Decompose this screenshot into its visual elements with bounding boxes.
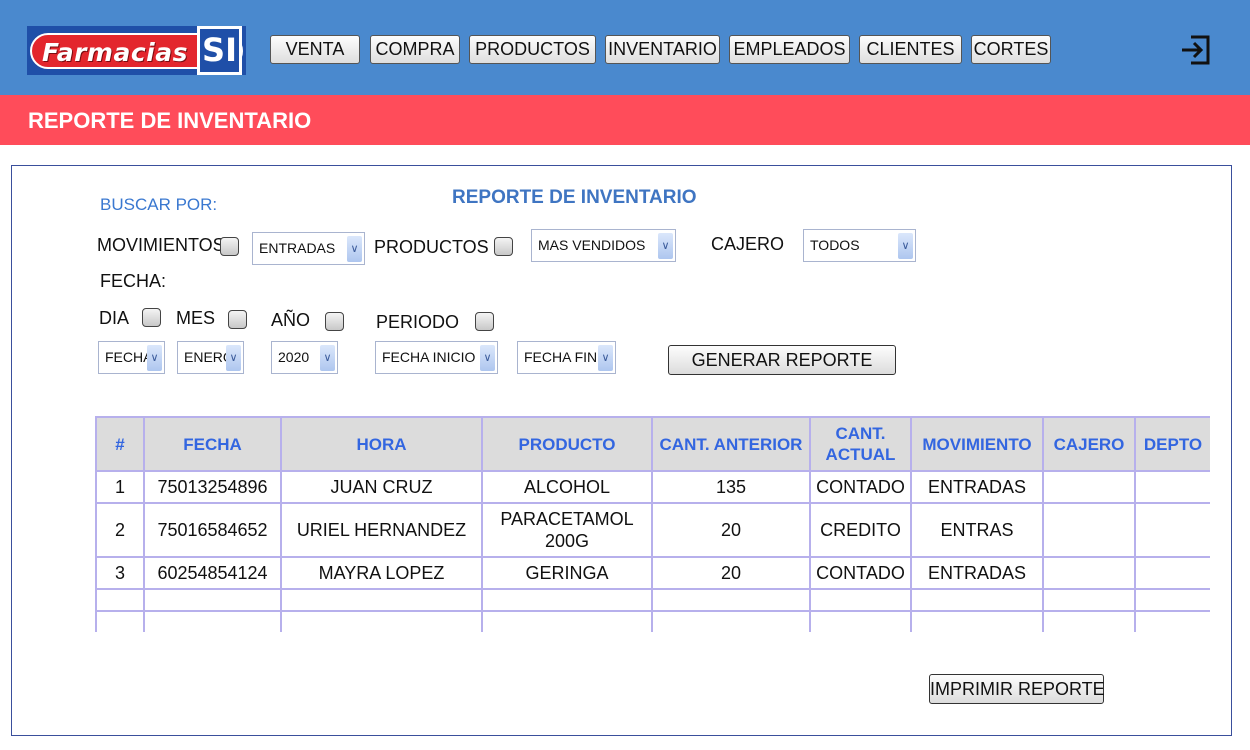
top-navigation-bar: Farmacias SI VENTA COMPRA PRODUCTOS INVE… (0, 0, 1250, 95)
chevron-down-icon: ∨ (147, 345, 162, 371)
chevron-down-icon: ∨ (598, 345, 613, 371)
imprimir-reporte-button[interactable]: IMPRIMIR REPORTE (929, 674, 1105, 704)
periodo-label: PERIODO (376, 312, 460, 332)
column-header-movimiento: MOVIMIENTO (910, 416, 1044, 472)
anio-select-value: 2020 (278, 349, 310, 365)
table-cell: ENTRAS (910, 502, 1044, 558)
cajero-label: CAJERO (711, 234, 785, 254)
chevron-down-icon: ∨ (480, 345, 495, 371)
page-title: REPORTE DE INVENTARIO (28, 108, 312, 133)
mes-label: MES (176, 308, 216, 328)
table-cell: CONTADO (809, 470, 912, 504)
nav-cortes-button[interactable]: CORTES (971, 35, 1051, 64)
table-cell: CONTADO (809, 556, 912, 590)
productos-label: PRODUCTOS (374, 237, 489, 257)
nav-productos-button[interactable]: PRODUCTOS (469, 35, 596, 64)
cajero-select-value: TODOS (810, 237, 860, 253)
nav-clientes-button[interactable]: CLIENTES (859, 35, 962, 64)
table-cell (1042, 470, 1136, 504)
table-cell: JUAN CRUZ (280, 470, 483, 504)
table-cell: URIEL HERNANDEZ (280, 502, 483, 558)
dia-checkbox[interactable] (142, 308, 161, 327)
nav-inventario-button[interactable]: INVENTARIO (605, 35, 720, 64)
anio-select[interactable]: 2020 ∨ (271, 341, 338, 374)
table-cell (1042, 556, 1136, 590)
table-cell: ENTRADAS (910, 556, 1044, 590)
table-cell: 3 (95, 556, 145, 590)
panel-title: REPORTE DE INVENTARIO (452, 187, 697, 208)
movimientos-select[interactable]: ENTRADAS ∨ (252, 232, 365, 265)
nav-compra-button[interactable]: COMPRA (370, 35, 460, 64)
table-cell (1134, 502, 1210, 558)
column-header-depto: DEPTO (1134, 416, 1210, 472)
table-row[interactable]: 2 75016584652 URIEL HERNANDEZ PARACETAMO… (95, 502, 1210, 558)
chevron-down-icon: ∨ (226, 345, 241, 371)
chevron-down-icon: ∨ (320, 345, 335, 371)
table-row-empty (95, 588, 1210, 612)
column-header-producto: PRODUCTO (481, 416, 653, 472)
movimientos-checkbox[interactable] (220, 237, 239, 256)
productos-checkbox[interactable] (494, 237, 513, 256)
dia-label: DIA (99, 308, 130, 328)
column-header-cant-anterior: CANT. ANTERIOR (651, 416, 811, 472)
table-cell (1134, 470, 1210, 504)
table-cell: 20 (651, 556, 811, 590)
nav-venta-button[interactable]: VENTA (270, 35, 360, 64)
table-cell: GERINGA (481, 556, 653, 590)
anio-checkbox[interactable] (325, 312, 344, 331)
table-cell: 135 (651, 470, 811, 504)
table-cell: 1 (95, 470, 145, 504)
mes-select[interactable]: ENERO ∨ (177, 341, 244, 374)
buscar-por-label: BUSCAR POR: (100, 195, 218, 214)
table-header-row: # FECHA HORA PRODUCTO CANT. ANTERIOR CAN… (95, 416, 1210, 472)
column-header-cajero: CAJERO (1042, 416, 1136, 472)
table-cell: ENTRADAS (910, 470, 1044, 504)
logo-text: Farmacias (42, 38, 188, 67)
inventory-table: # FECHA HORA PRODUCTO CANT. ANTERIOR CAN… (95, 416, 1210, 632)
table-row-empty (95, 610, 1210, 632)
column-header-cant-actual: CANT. ACTUAL (809, 416, 912, 472)
farmacias-logo: Farmacias SI (27, 26, 246, 75)
fecha-select-value: FECHA (105, 349, 153, 365)
logout-icon[interactable] (1179, 34, 1211, 66)
table-cell: 75016584652 (143, 502, 282, 558)
nav-empleados-button[interactable]: EMPLEADOS (729, 35, 850, 64)
table-cell: CREDITO (809, 502, 912, 558)
table-cell (1134, 556, 1210, 590)
page-title-bar: REPORTE DE INVENTARIO (0, 95, 1250, 145)
table-cell: 20 (651, 502, 811, 558)
movimientos-select-value: ENTRADAS (259, 240, 336, 256)
table-cell: 60254854124 (143, 556, 282, 590)
table-cell: ALCOHOL (481, 470, 653, 504)
chevron-down-icon: ∨ (347, 236, 362, 262)
column-header-number: # (95, 416, 145, 472)
generar-reporte-button[interactable]: GENERAR REPORTE (668, 345, 896, 375)
fecha-select[interactable]: FECHA ∨ (98, 341, 165, 374)
chevron-down-icon: ∨ (898, 233, 913, 259)
chevron-down-icon: ∨ (658, 233, 673, 259)
fecha-inicio-select[interactable]: FECHA INICIO ∨ (375, 341, 498, 374)
table-row[interactable]: 3 60254854124 MAYRA LOPEZ GERINGA 20 CON… (95, 556, 1210, 590)
anio-label: AÑO (271, 310, 311, 330)
fecha-fin-select[interactable]: FECHA FIN ∨ (517, 341, 616, 374)
table-cell: PARACETAMOL 200G (481, 502, 653, 558)
fecha-label: FECHA: (100, 271, 167, 291)
table-cell: 75013254896 (143, 470, 282, 504)
productos-select-value: MAS VENDIDOS (538, 237, 646, 253)
column-header-hora: HORA (280, 416, 483, 472)
logo-badge: SI (197, 26, 242, 75)
movimientos-label: MOVIMIENTOS (97, 235, 225, 255)
table-cell: 2 (95, 502, 145, 558)
mes-checkbox[interactable] (228, 310, 247, 329)
inventory-table-container: # FECHA HORA PRODUCTO CANT. ANTERIOR CAN… (95, 416, 1210, 632)
table-cell (1042, 502, 1136, 558)
cajero-select[interactable]: TODOS ∨ (803, 229, 916, 262)
column-header-fecha: FECHA (143, 416, 282, 472)
periodo-checkbox[interactable] (475, 312, 494, 331)
productos-select[interactable]: MAS VENDIDOS ∨ (531, 229, 676, 262)
table-cell: MAYRA LOPEZ (280, 556, 483, 590)
table-row[interactable]: 1 75013254896 JUAN CRUZ ALCOHOL 135 CONT… (95, 470, 1210, 504)
fecha-fin-select-value: FECHA FIN (524, 349, 598, 365)
fecha-inicio-select-value: FECHA INICIO (382, 349, 476, 365)
